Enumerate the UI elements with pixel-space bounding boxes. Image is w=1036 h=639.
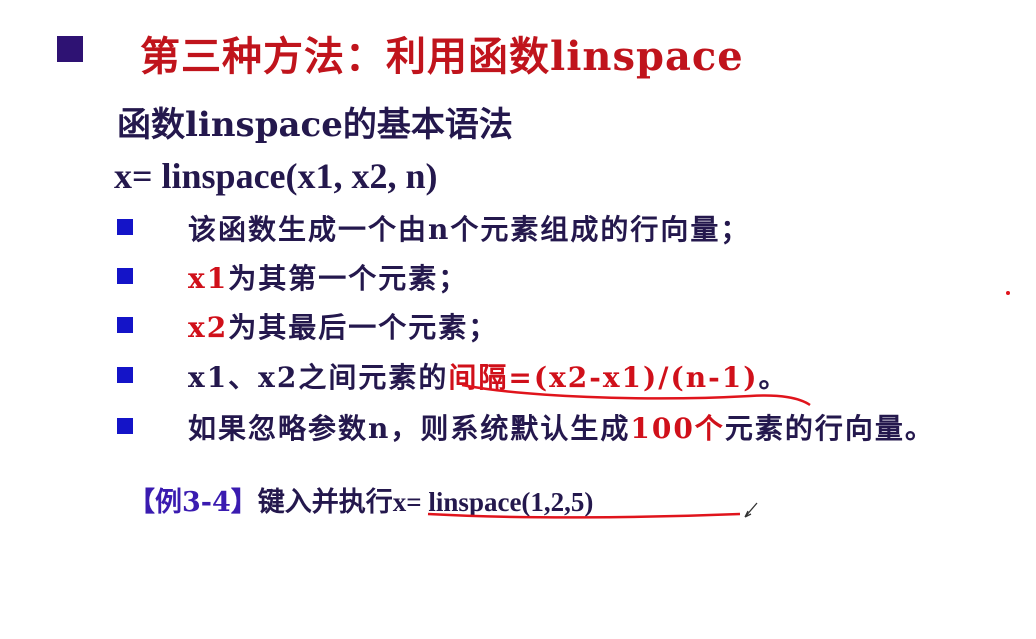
bullet-item: 如果忽略参数n，则系统默认生成100个元素的行向量。 [188, 407, 935, 447]
bullet-text-segment: 该函数生成一个由n个元素组成的行向量； [188, 213, 751, 246]
slide-title: 第三种方法：利用函数linspace [140, 33, 744, 80]
highlight-text: 100个 [630, 412, 725, 445]
example-text: 键入并执行 [257, 487, 393, 518]
bullet-square-icon [117, 367, 133, 383]
pen-cursor-icon [744, 502, 758, 518]
bullet-text-segment: x1、x2之间元素的 [188, 361, 449, 394]
bullet-text-segment: 元素的行向量。 [724, 412, 935, 445]
example-tag: 【例3-4】 [128, 487, 258, 518]
highlight-text: 间隔=(x2-x1)/(n-1) [448, 361, 759, 394]
bullet-item: x2为其最后一个元素； [188, 306, 498, 346]
bullet-square-icon [117, 317, 133, 333]
bullet-square-icon [117, 219, 133, 235]
bullet-item: x1为其第一个元素； [188, 257, 468, 297]
highlight-text: x2 [188, 311, 229, 344]
bullet-text-segment: 为其第一个元素； [228, 262, 469, 295]
syntax-line: x= linspace(x1, x2, n) [114, 156, 438, 196]
example-code: x= linspace(1,2,5) [392, 487, 594, 517]
bullet-text-segment: 如果忽略参数n，则系统默认生成 [188, 412, 631, 445]
bullet-text-segment: 为其最后一个元素； [228, 311, 499, 344]
highlight-text: x1 [188, 262, 229, 295]
example-line: 【例3-4】键入并执行x= linspace(1,2,5) [128, 480, 593, 519]
annotation-ink [427, 291, 1010, 519]
bullet-item: 该函数生成一个由n个元素组成的行向量； [188, 208, 750, 248]
bullet-square-icon [117, 268, 133, 284]
bullet-square-icon [117, 418, 133, 434]
ink-dot [1006, 291, 1010, 295]
subtitle: 函数linspace的基本语法 [117, 105, 513, 145]
bullet-text-segment: 。 [758, 361, 789, 394]
title-bullet-icon [57, 36, 83, 62]
bullet-item: x1、x2之间元素的间隔=(x2-x1)/(n-1)。 [188, 356, 789, 396]
